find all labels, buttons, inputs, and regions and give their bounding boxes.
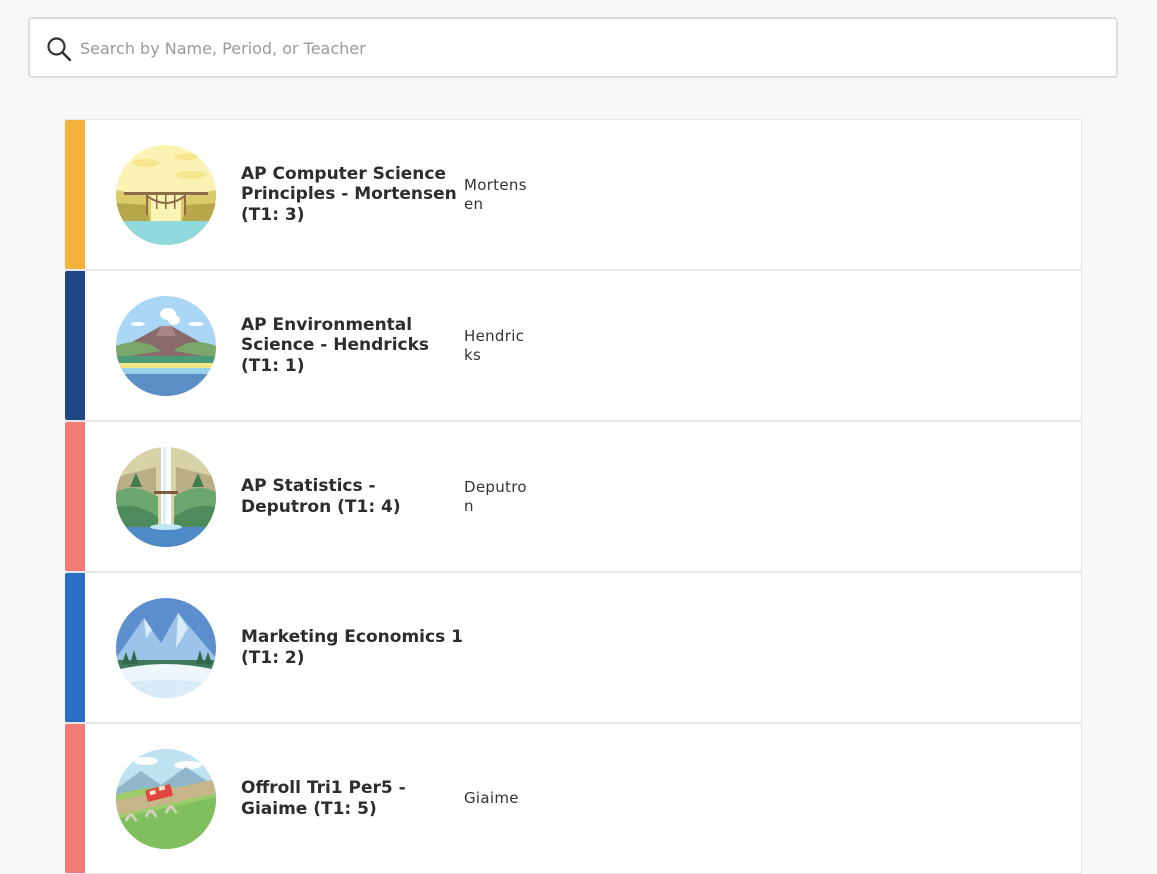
teacher-name: Deputron (464, 477, 527, 515)
search-input[interactable] (80, 31, 1100, 65)
class-image-mountain (116, 598, 216, 698)
search-icon (47, 37, 72, 62)
class-image-train (116, 749, 216, 849)
class-image-waterfall (116, 447, 216, 547)
search-bar[interactable] (28, 17, 1118, 78)
class-card[interactable]: AP Statistics - Deputron (T1: 4) Deputro… (65, 421, 1082, 572)
class-card[interactable]: Marketing Economics 1 (T1: 2) (65, 572, 1082, 723)
class-color-bar (65, 422, 85, 571)
class-list: AP Computer Science Principles - Mortens… (65, 119, 1082, 874)
teacher-name: Giaime (464, 789, 519, 807)
teacher-name: Hendricks (464, 326, 525, 364)
class-title[interactable]: Marketing Economics 1 (T1: 2) (241, 573, 463, 722)
class-card[interactable]: AP Environmental Science - Hendricks (T1… (65, 270, 1082, 421)
class-color-bar (65, 120, 85, 269)
class-title[interactable]: AP Statistics - Deputron (T1: 4) (241, 422, 463, 571)
class-title[interactable]: AP Computer Science Principles - Mortens… (241, 120, 463, 269)
class-image-bridge (116, 145, 216, 245)
class-card[interactable]: AP Computer Science Principles - Mortens… (65, 119, 1082, 270)
class-image-volcano (116, 296, 216, 396)
class-color-bar (65, 271, 85, 420)
class-card[interactable]: Offroll Tri1 Per5 - Giaime (T1: 5) Giaim… (65, 723, 1082, 874)
teacher-name: Mortensen (464, 175, 527, 213)
class-title[interactable]: Offroll Tri1 Per5 - Giaime (T1: 5) (241, 724, 463, 873)
class-color-bar (65, 573, 85, 722)
class-color-bar (65, 724, 85, 873)
teacher-name (464, 573, 532, 722)
class-title[interactable]: AP Environmental Science - Hendricks (T1… (241, 271, 463, 420)
